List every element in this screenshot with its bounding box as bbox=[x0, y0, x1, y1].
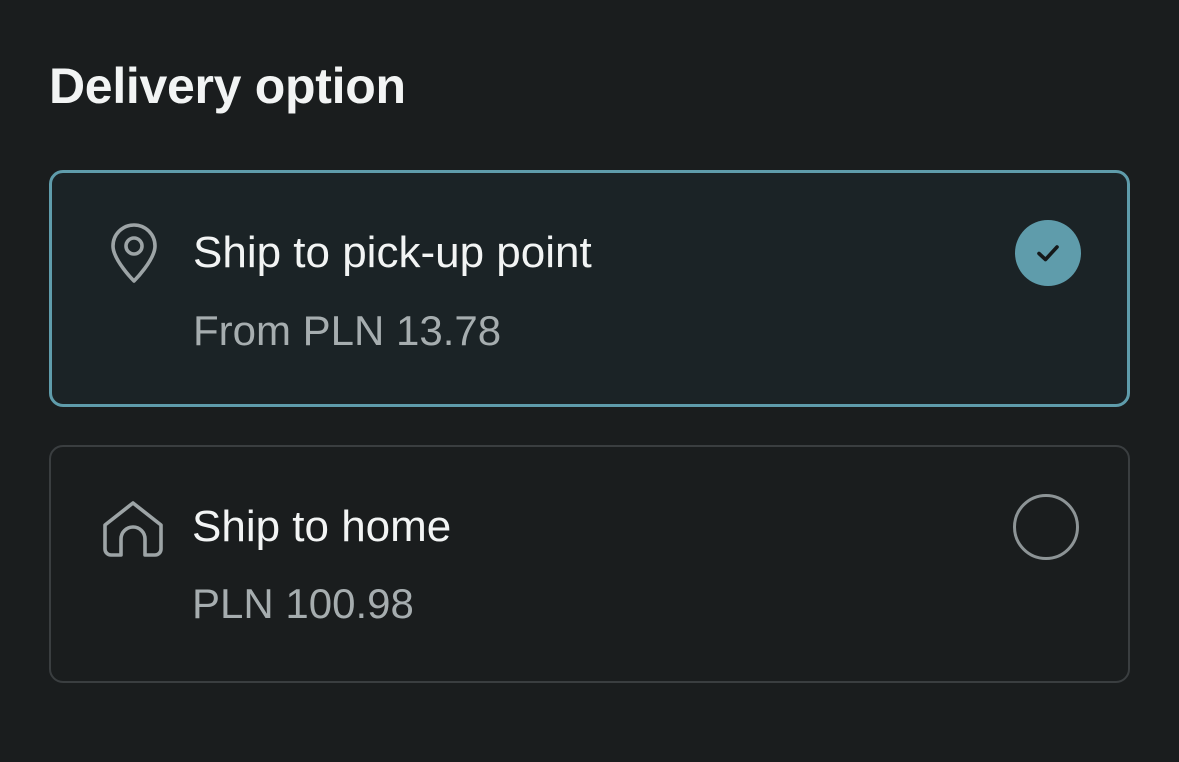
option-ship-to-home[interactable]: Ship to home PLN 100.98 bbox=[49, 445, 1130, 683]
location-pin-icon bbox=[102, 223, 166, 287]
selected-radio[interactable] bbox=[1015, 220, 1081, 286]
option-title: Ship to home bbox=[192, 502, 452, 551]
checkmark-icon bbox=[1037, 245, 1059, 262]
option-ship-to-pickup-point[interactable]: Ship to pick-up point From PLN 13.78 bbox=[49, 170, 1130, 407]
page-title: Delivery option bbox=[49, 58, 406, 114]
option-price: PLN 100.98 bbox=[192, 580, 414, 627]
option-price: From PLN 13.78 bbox=[193, 307, 502, 354]
delivery-option-panel: Delivery option Ship to pick-up point Fr… bbox=[0, 0, 1179, 762]
home-icon bbox=[101, 497, 165, 561]
option-title: Ship to pick-up point bbox=[193, 228, 592, 277]
unselected-radio[interactable] bbox=[1013, 494, 1079, 560]
